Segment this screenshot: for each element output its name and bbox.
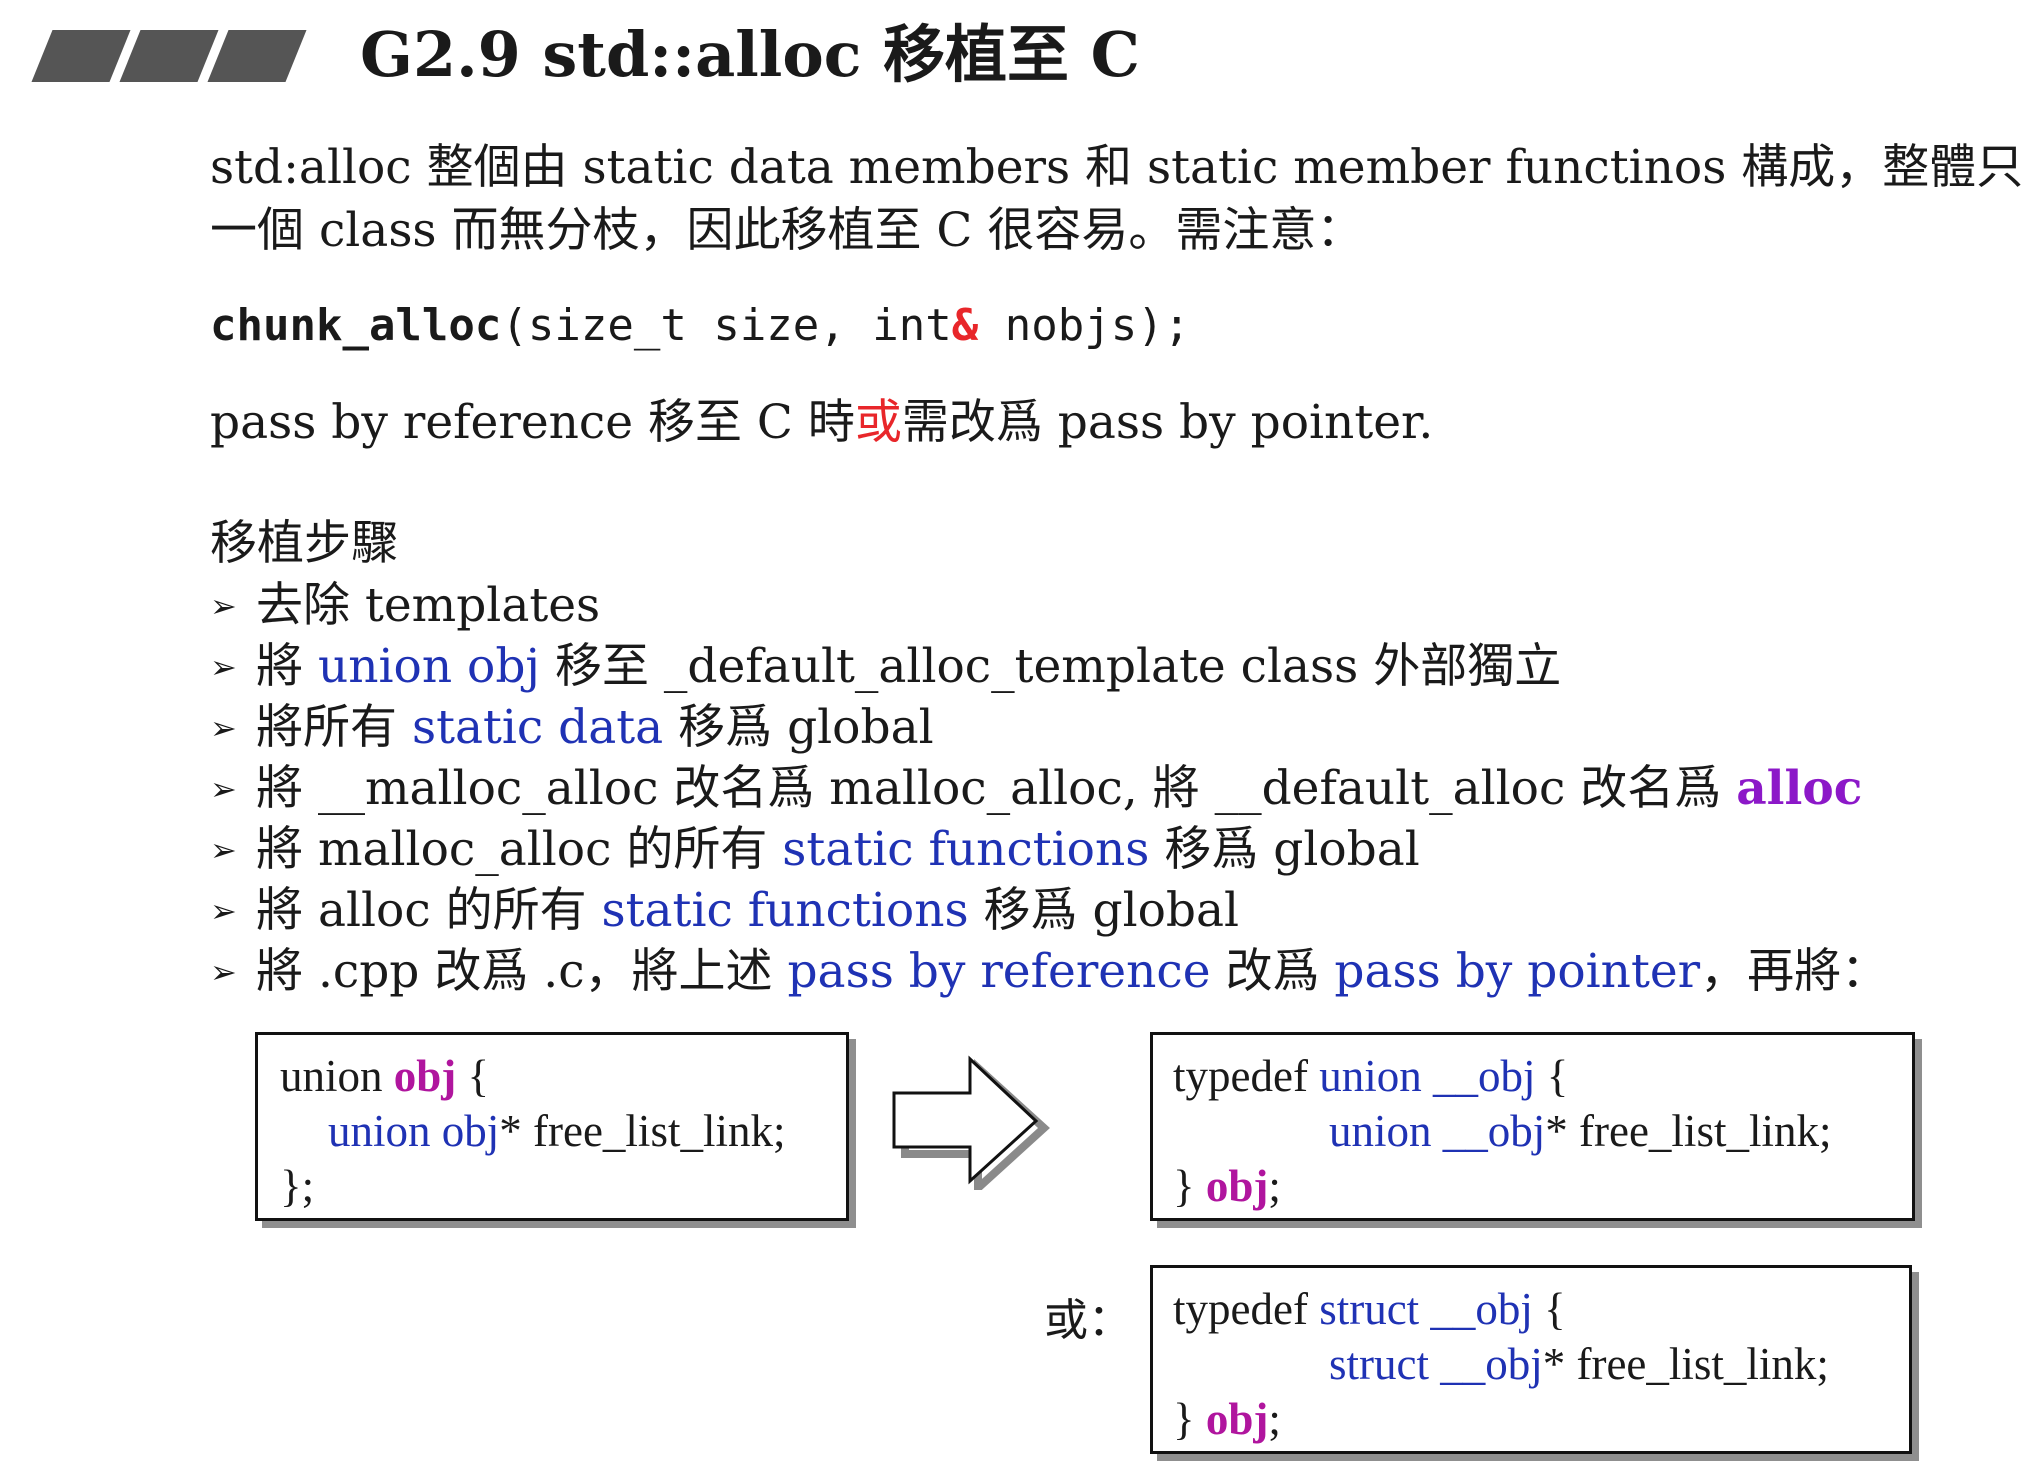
code-line: union obj { bbox=[280, 1051, 490, 1101]
bullet-arrow-icon: ➢ bbox=[210, 892, 237, 930]
code-box-typedef-struct: typedef struct __obj { struct __obj* fre… bbox=[1150, 1265, 1912, 1454]
code-line: }; bbox=[280, 1160, 315, 1211]
bullet-arrow-icon: ➢ bbox=[210, 648, 237, 686]
code-line: typedef union __obj { bbox=[1173, 1051, 1569, 1101]
pass-note-a: pass by reference 移至 C 時 bbox=[210, 395, 855, 450]
code-signature: chunk_alloc(size_t size, int& nobjs); bbox=[210, 300, 1190, 353]
page-title: G2.9 std::alloc 移植至 C bbox=[360, 18, 1140, 91]
bullet-arrow-icon: ➢ bbox=[210, 709, 237, 747]
bullet-arrow-icon: ➢ bbox=[210, 953, 237, 991]
code-line: } obj; bbox=[1173, 1160, 1281, 1211]
intro-line-2: 一個 class 而無分枝，因此移植至 C 很容易。需注意： bbox=[210, 203, 1364, 258]
step-item: ➢ 將 __malloc_alloc 改名爲 malloc_alloc, 將 __… bbox=[210, 761, 1863, 816]
code-line: union obj* free_list_link; bbox=[328, 1105, 786, 1156]
title-stripe-1 bbox=[31, 30, 131, 82]
code-args-a: (size_t size, int bbox=[501, 300, 952, 351]
step-item: ➢ 將 union obj 移至 _default_alloc_template … bbox=[210, 639, 1562, 694]
step-item: ➢ 將 alloc 的所有 static functions 移爲 global bbox=[210, 883, 1240, 938]
code-line: struct __obj* free_list_link; bbox=[1329, 1338, 1829, 1389]
code-args-b: nobjs); bbox=[978, 300, 1191, 351]
code-box-typedef-union: typedef union __obj { union __obj* free_… bbox=[1150, 1032, 1915, 1221]
code-line: union __obj* free_list_link; bbox=[1329, 1105, 1832, 1156]
step-item: ➢ 將 .cpp 改爲 .c，將上述 pass by reference 改爲 p… bbox=[210, 944, 1889, 999]
right-arrow-icon bbox=[892, 1055, 1050, 1190]
bullet-arrow-icon: ➢ bbox=[210, 770, 237, 808]
steps-heading: 移植步驟 bbox=[210, 516, 398, 571]
step-item: ➢ 去除 templates bbox=[210, 578, 601, 633]
code-box-original: union obj { union obj* free_list_link; }… bbox=[255, 1032, 849, 1221]
pass-note: pass by reference 移至 C 時或需改爲 pass by poi… bbox=[210, 395, 1433, 451]
step-item: ➢ 將所有 static data 移爲 global bbox=[210, 700, 934, 755]
pass-note-c: 需改爲 pass by pointer. bbox=[901, 395, 1434, 450]
code-line: } obj; bbox=[1173, 1393, 1281, 1444]
or-label: 或： bbox=[1044, 1295, 1132, 1346]
bullet-arrow-icon: ➢ bbox=[210, 831, 237, 869]
intro-line-1: std:alloc 整個由 static data members 和 stat… bbox=[210, 140, 2024, 195]
title-stripe-2 bbox=[119, 30, 219, 82]
pass-note-or: 或 bbox=[854, 395, 902, 450]
bullet-arrow-icon: ➢ bbox=[210, 587, 237, 625]
code-ampersand: & bbox=[951, 300, 979, 351]
step-item: ➢ 將 malloc_alloc 的所有 static functions 移爲 … bbox=[210, 822, 1420, 877]
code-line: typedef struct __obj { bbox=[1173, 1284, 1566, 1334]
code-fn-name: chunk_alloc bbox=[210, 300, 502, 351]
title-stripe-3 bbox=[207, 30, 307, 82]
